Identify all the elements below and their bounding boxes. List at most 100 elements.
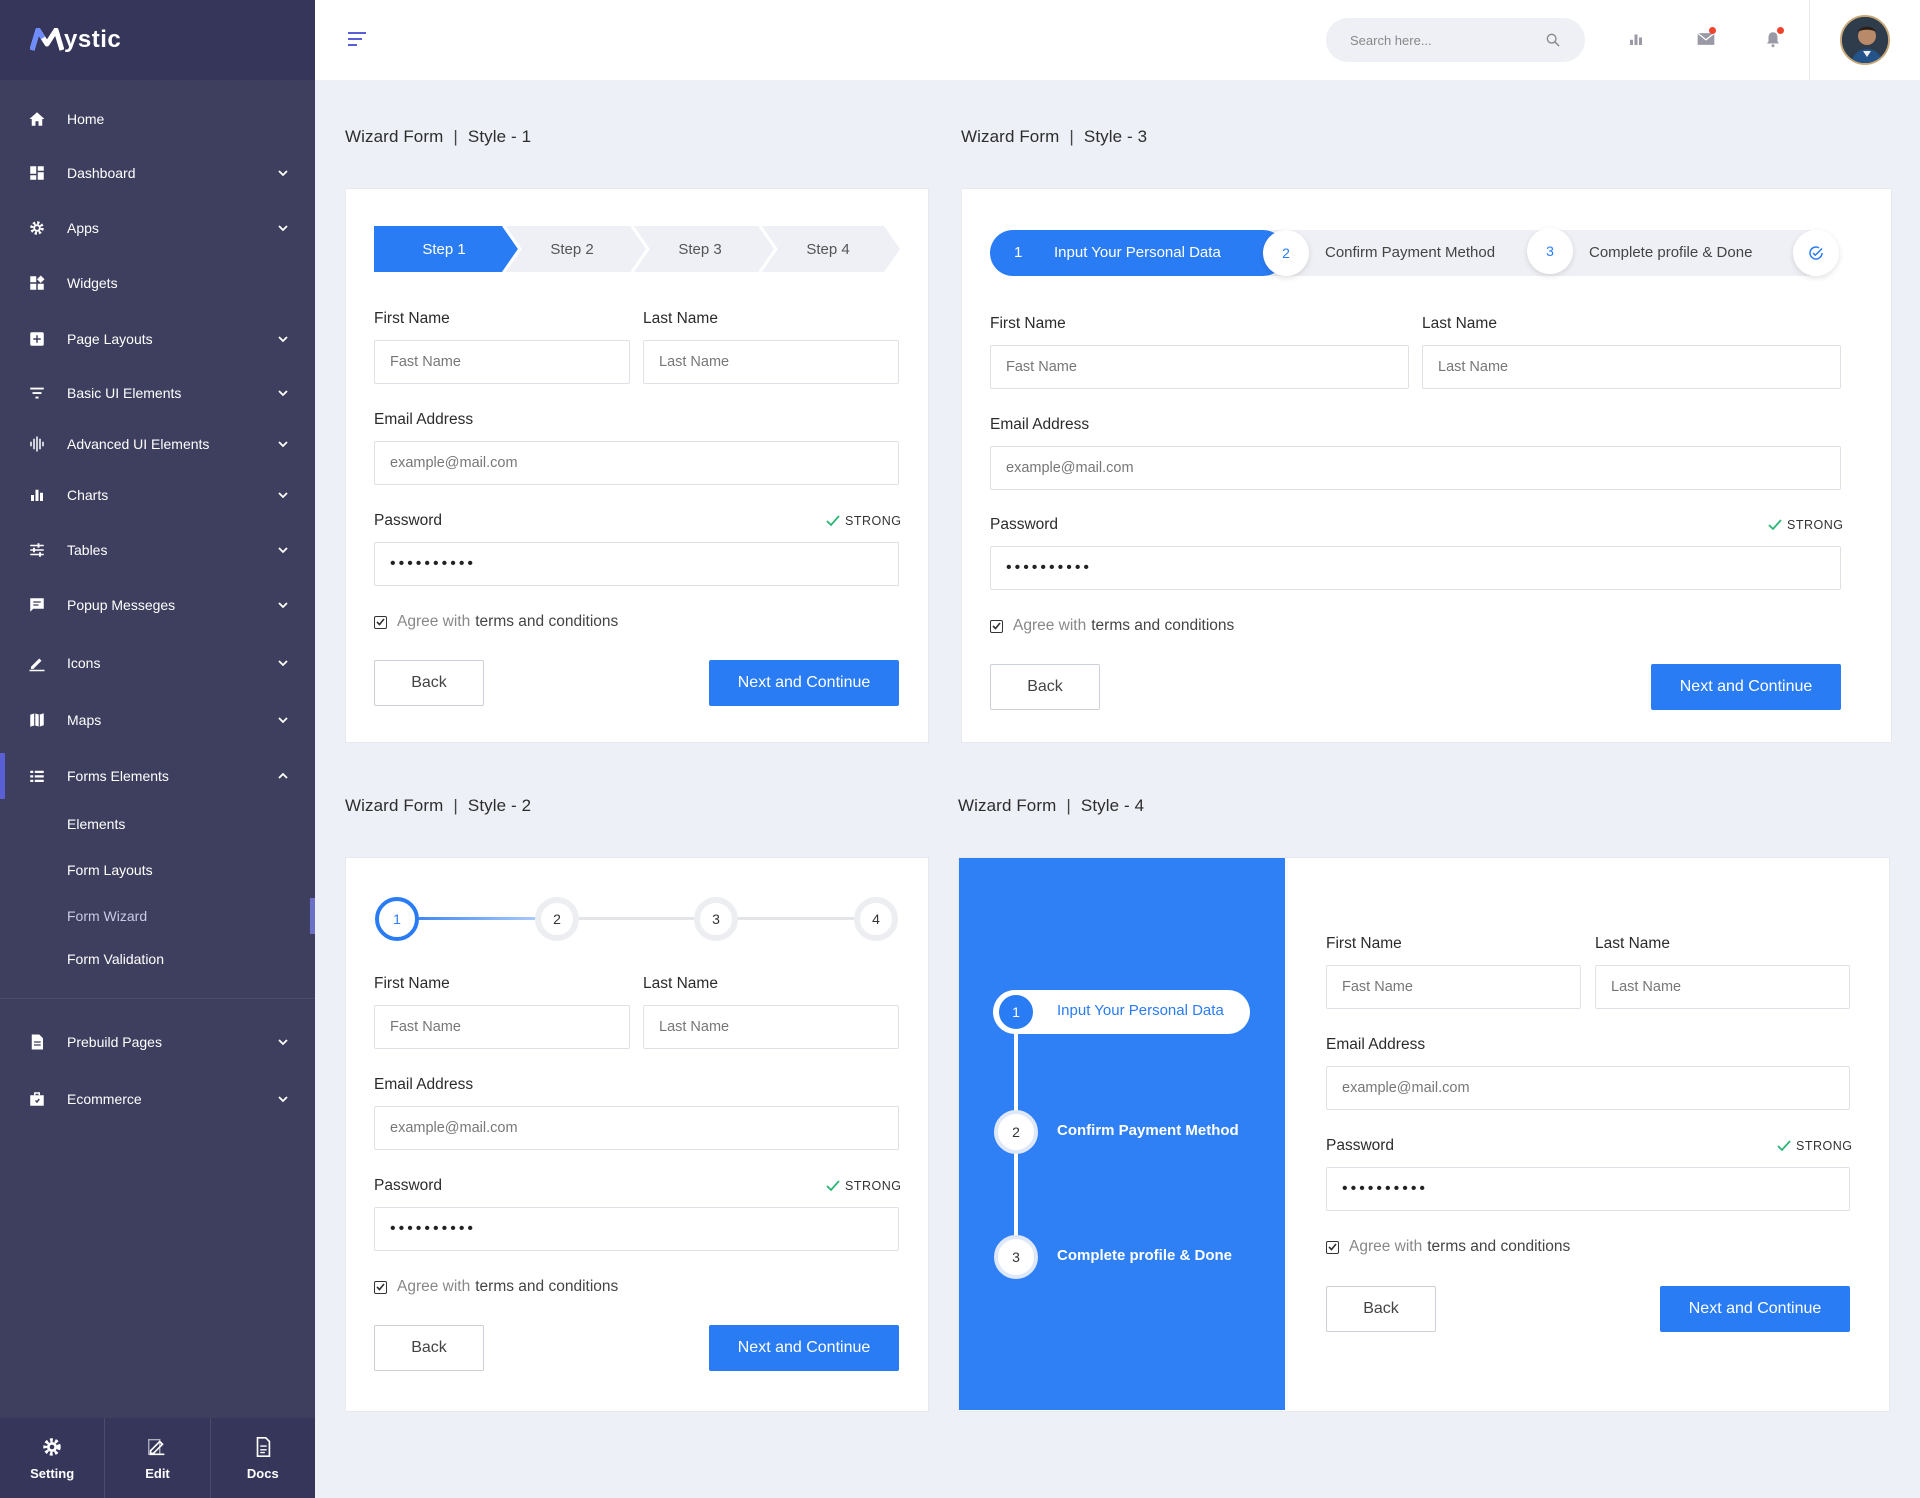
sidebar-item-advanced-ui[interactable]: Advanced UI Elements	[0, 421, 315, 467]
first-name-input[interactable]	[390, 1019, 629, 1035]
checkbox-icon[interactable]	[990, 619, 1003, 633]
done-circle[interactable]	[1793, 230, 1839, 276]
last-name-field[interactable]	[1595, 965, 1850, 1009]
last-name-field[interactable]	[643, 340, 899, 384]
menu-toggle-icon[interactable]	[347, 30, 367, 48]
wizard4-step-3-circle[interactable]: 3	[994, 1235, 1038, 1279]
sidebar-sub-form-wizard[interactable]: Form Wizard	[67, 906, 147, 926]
email-input[interactable]	[1342, 1080, 1849, 1096]
checkbox-icon[interactable]	[374, 615, 387, 629]
sidebar-item-home[interactable]: Home	[0, 96, 315, 142]
sidebar-sub-form-layouts[interactable]: Form Layouts	[67, 860, 153, 880]
email-field[interactable]	[990, 446, 1841, 490]
sidebar-item-dashboard[interactable]: Dashboard	[0, 150, 315, 196]
back-button[interactable]: Back	[374, 660, 484, 706]
last-name-input[interactable]	[659, 354, 898, 370]
first-name-label: First Name	[374, 310, 450, 327]
sidebar-item-charts[interactable]: Charts	[0, 472, 315, 518]
wizard4-step-3-label[interactable]: Complete profile & Done	[1057, 1247, 1232, 1264]
sidebar-item-page-layouts[interactable]: Page Layouts	[0, 316, 315, 362]
terms-link[interactable]: terms and conditions	[475, 1278, 618, 1296]
next-button[interactable]: Next and Continue	[709, 1325, 899, 1371]
wizard4-step-2-label[interactable]: Confirm Payment Method	[1057, 1122, 1239, 1139]
terms-link[interactable]: terms and conditions	[1427, 1238, 1570, 1256]
first-name-input[interactable]	[390, 354, 629, 370]
stats-icon[interactable]	[1627, 30, 1645, 48]
email-field[interactable]	[374, 1106, 899, 1150]
sidebar-sub-form-validation[interactable]: Form Validation	[67, 949, 164, 969]
first-name-field[interactable]	[374, 340, 630, 384]
first-name-input[interactable]	[1006, 359, 1408, 375]
sidebar-item-tables[interactable]: Tables	[0, 527, 315, 573]
password-field[interactable]: ••••••••••	[374, 542, 899, 586]
checkbox-icon[interactable]	[374, 1280, 387, 1294]
terms-link[interactable]: terms and conditions	[1091, 617, 1234, 635]
last-name-input[interactable]	[1438, 359, 1840, 375]
wizard1-step-1[interactable]: Step 1	[374, 226, 502, 272]
bell-icon[interactable]	[1764, 27, 1784, 48]
step-1-label[interactable]: Input Your Personal Data	[1054, 230, 1221, 276]
edit-button[interactable]: Edit	[105, 1418, 211, 1498]
search-input[interactable]	[1350, 32, 1540, 48]
sidebar-sub-elements[interactable]: Elements	[67, 814, 125, 834]
step-3-label[interactable]: Complete profile & Done	[1589, 230, 1752, 276]
wizard4-step-1-label[interactable]: Input Your Personal Data	[1057, 1002, 1224, 1019]
email-field[interactable]	[1326, 1066, 1850, 1110]
search-icon[interactable]	[1545, 32, 1561, 48]
next-button[interactable]: Next and Continue	[709, 660, 899, 706]
last-name-field[interactable]	[1422, 345, 1841, 389]
last-name-field[interactable]	[643, 1005, 899, 1049]
sidebar-item-forms[interactable]: Forms Elements	[0, 753, 315, 799]
last-name-input[interactable]	[1611, 979, 1849, 995]
setting-button[interactable]: Setting	[0, 1418, 106, 1498]
email-input[interactable]	[390, 455, 898, 471]
first-name-field[interactable]	[374, 1005, 630, 1049]
wizard2-step-1[interactable]: 1	[375, 897, 419, 941]
wizard2-step-3[interactable]: 3	[694, 897, 738, 941]
next-button[interactable]: Next and Continue	[1660, 1286, 1850, 1332]
sidebar-item-prebuild-pages[interactable]: Prebuild Pages	[0, 1019, 315, 1065]
wizard2-step-4[interactable]: 4	[854, 897, 898, 941]
password-field[interactable]: ••••••••••	[990, 546, 1841, 590]
back-button[interactable]: Back	[1326, 1286, 1436, 1332]
sidebar-item-maps[interactable]: Maps	[0, 697, 315, 743]
avatar[interactable]	[1840, 15, 1890, 65]
back-button[interactable]: Back	[374, 1325, 484, 1371]
back-button[interactable]: Back	[990, 664, 1100, 710]
email-input[interactable]	[1006, 460, 1840, 476]
checkbox-icon[interactable]	[1326, 1240, 1339, 1254]
sidebar-item-basic-ui[interactable]: Basic UI Elements	[0, 370, 315, 416]
agree-terms[interactable]: Agree with terms and conditions	[990, 617, 1234, 635]
email-field[interactable]	[374, 441, 899, 485]
search-box[interactable]	[1326, 18, 1585, 62]
email-input[interactable]	[390, 1120, 898, 1136]
wizard2-step-2[interactable]: 2	[535, 897, 579, 941]
agree-terms[interactable]: Agree with terms and conditions	[1326, 1238, 1570, 1256]
wizard1-step-2[interactable]: Step 2	[502, 226, 630, 272]
step-2-circle[interactable]: 2	[1263, 230, 1309, 276]
wizard1-step-4[interactable]: Step 4	[758, 226, 886, 272]
docs-button[interactable]: Docs	[211, 1418, 315, 1498]
next-button[interactable]: Next and Continue	[1651, 664, 1841, 710]
sidebar-item-apps[interactable]: Apps	[0, 205, 315, 251]
last-name-input[interactable]	[659, 1019, 898, 1035]
agree-terms[interactable]: Agree with terms and conditions	[374, 1278, 618, 1296]
step-2-label[interactable]: Confirm Payment Method	[1325, 230, 1495, 276]
first-name-field[interactable]	[990, 345, 1409, 389]
first-name-field[interactable]	[1326, 965, 1581, 1009]
wizard1-step-3[interactable]: Step 3	[630, 226, 758, 272]
sidebar-item-widgets[interactable]: Widgets	[0, 260, 315, 306]
terms-link[interactable]: terms and conditions	[475, 613, 618, 631]
password-field[interactable]: ••••••••••	[374, 1207, 899, 1251]
step-3-circle[interactable]: 3	[1527, 228, 1573, 274]
password-field[interactable]: ••••••••••	[1326, 1167, 1850, 1211]
wizard4-step-1-circle[interactable]: 1	[994, 990, 1038, 1034]
agree-terms[interactable]: Agree with terms and conditions	[374, 613, 618, 631]
wizard4-step-2-circle[interactable]: 2	[994, 1110, 1038, 1154]
sidebar-item-popup[interactable]: Popup Messeges	[0, 582, 315, 628]
first-name-input[interactable]	[1342, 979, 1580, 995]
mail-icon[interactable]	[1696, 27, 1716, 48]
sidebar-item-icons[interactable]: Icons	[0, 640, 315, 686]
brand-logo[interactable]: ystic	[0, 0, 315, 80]
sidebar-item-ecommerce[interactable]: Ecommerce	[0, 1076, 315, 1122]
